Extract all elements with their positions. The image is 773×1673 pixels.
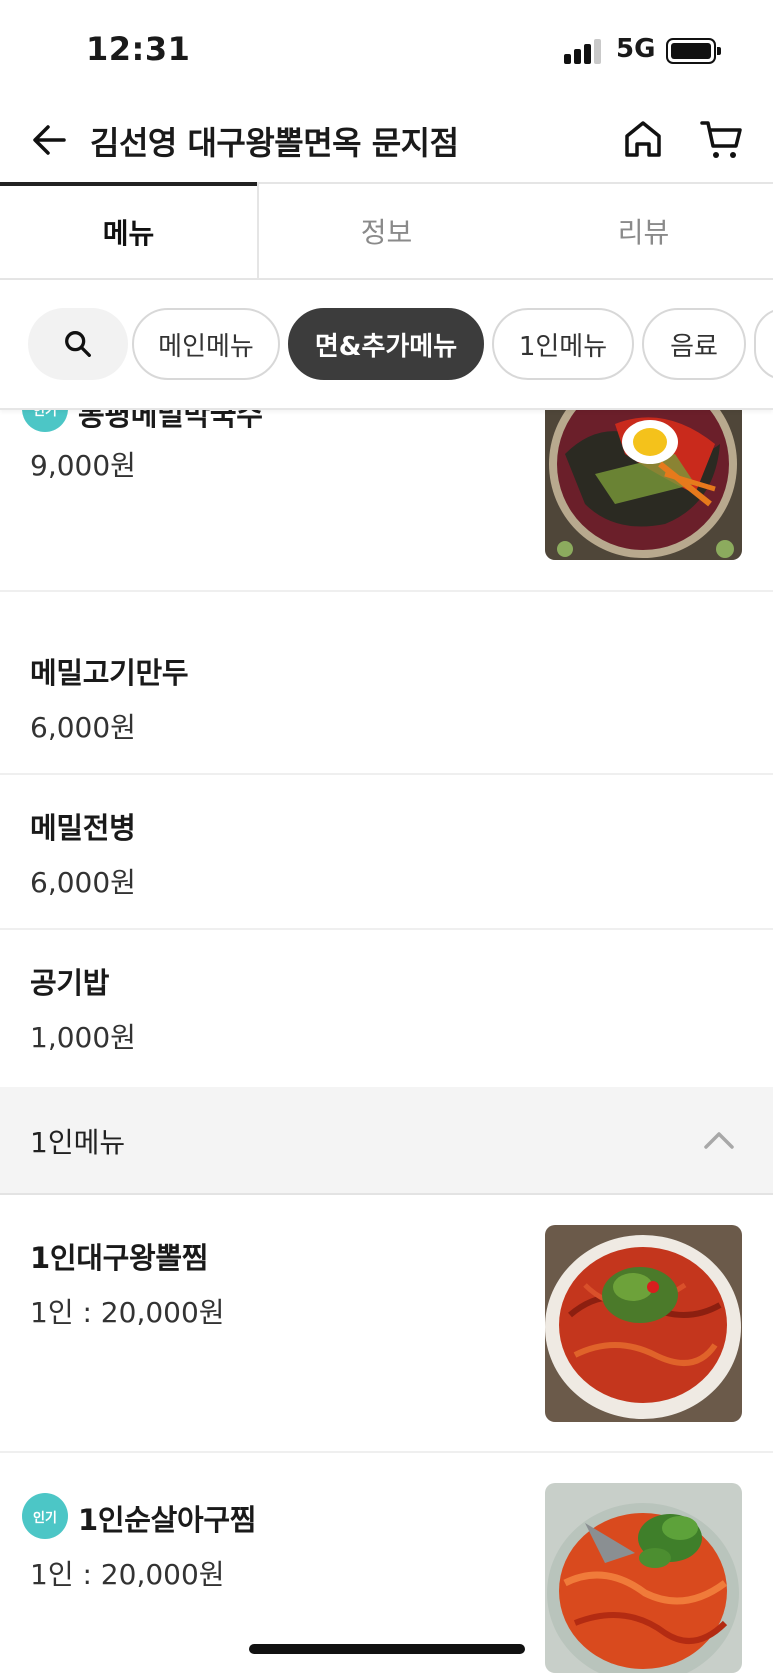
signal-icon xyxy=(564,38,604,64)
status-bar: 12:31 5G xyxy=(0,0,773,100)
store-title: 김선영 대구왕뽈면옥 문지점 xyxy=(90,124,459,162)
screen: 12:31 5G 김선영 대구왕뽈면옥 문지점 메뉴 정보 리뷰 메인메뉴 면&… xyxy=(0,0,773,1673)
home-indicator xyxy=(249,1644,525,1654)
menu-item-price: 9,000원 xyxy=(30,449,136,482)
home-icon[interactable] xyxy=(620,116,666,162)
app-header: 김선영 대구왕뽈면옥 문지점 xyxy=(0,100,773,182)
category-chip-row: 메인메뉴 면&추가메뉴 1인메뉴 음료 xyxy=(0,280,773,410)
menu-item[interactable]: 인기 봉평메밀막국수 9,000원 xyxy=(0,410,773,592)
menu-item-price: 6,000원 xyxy=(30,866,136,899)
chip-drinks[interactable]: 음료 xyxy=(642,308,746,380)
section-title: 1인메뉴 xyxy=(30,1126,126,1159)
menu-item-price: 6,000원 xyxy=(30,711,136,744)
menu-item-name: 봉평메밀막국수 xyxy=(78,410,263,432)
search-icon xyxy=(65,331,91,357)
battery-icon xyxy=(666,38,721,64)
section-header-solo-menu[interactable]: 1인메뉴 xyxy=(0,1087,773,1195)
chevron-up-icon[interactable] xyxy=(702,1125,736,1155)
menu-item-name: 메밀고기만두 xyxy=(30,656,189,690)
menu-item-name: 메밀전병 xyxy=(30,811,136,845)
menu-item-photo xyxy=(545,410,742,560)
menu-item-price: 1인 : 20,000원 xyxy=(30,1296,225,1329)
menu-item[interactable]: 공기밥 1,000원 xyxy=(0,930,773,1087)
tab-info[interactable]: 정보 xyxy=(257,182,514,278)
popular-badge: 인기 xyxy=(22,410,68,432)
menu-item-photo xyxy=(545,1225,742,1422)
menu-search-button[interactable] xyxy=(28,308,128,380)
menu-list: 인기 봉평메밀막국수 9,000원 메밀고기만두 6,000원 메밀전병 6,0… xyxy=(0,410,773,1673)
store-tabs: 메뉴 정보 리뷰 xyxy=(0,182,773,280)
back-arrow-icon[interactable] xyxy=(28,118,72,162)
status-time: 12:31 xyxy=(86,30,191,68)
network-label: 5G xyxy=(616,34,656,64)
chip-noodle-extra-menu[interactable]: 면&추가메뉴 xyxy=(288,308,484,380)
menu-item[interactable]: 1인대구왕뽈찜 1인 : 20,000원 xyxy=(0,1195,773,1453)
menu-item-name: 공기밥 xyxy=(30,966,110,1000)
menu-item-photo xyxy=(545,1483,742,1673)
menu-item[interactable]: 메밀고기만두 6,000원 xyxy=(0,620,773,775)
cart-icon[interactable] xyxy=(698,116,746,162)
menu-item-name: 1인대구왕뽈찜 xyxy=(30,1241,209,1275)
popular-badge: 인기 xyxy=(22,1493,68,1539)
menu-item-name: 1인순살아구찜 xyxy=(78,1503,257,1537)
menu-item-price: 1,000원 xyxy=(30,1021,136,1054)
chip-main-menu[interactable]: 메인메뉴 xyxy=(132,308,280,380)
chip-next-partial[interactable] xyxy=(754,308,773,380)
menu-item[interactable]: 인기 1인순살아구찜 1인 : 20,000원 xyxy=(0,1453,773,1673)
tab-menu[interactable]: 메뉴 xyxy=(0,182,257,278)
tab-review[interactable]: 리뷰 xyxy=(514,182,773,278)
menu-item-price: 1인 : 20,000원 xyxy=(30,1558,225,1591)
chip-solo-menu[interactable]: 1인메뉴 xyxy=(492,308,634,380)
menu-item[interactable]: 메밀전병 6,000원 xyxy=(0,775,773,930)
